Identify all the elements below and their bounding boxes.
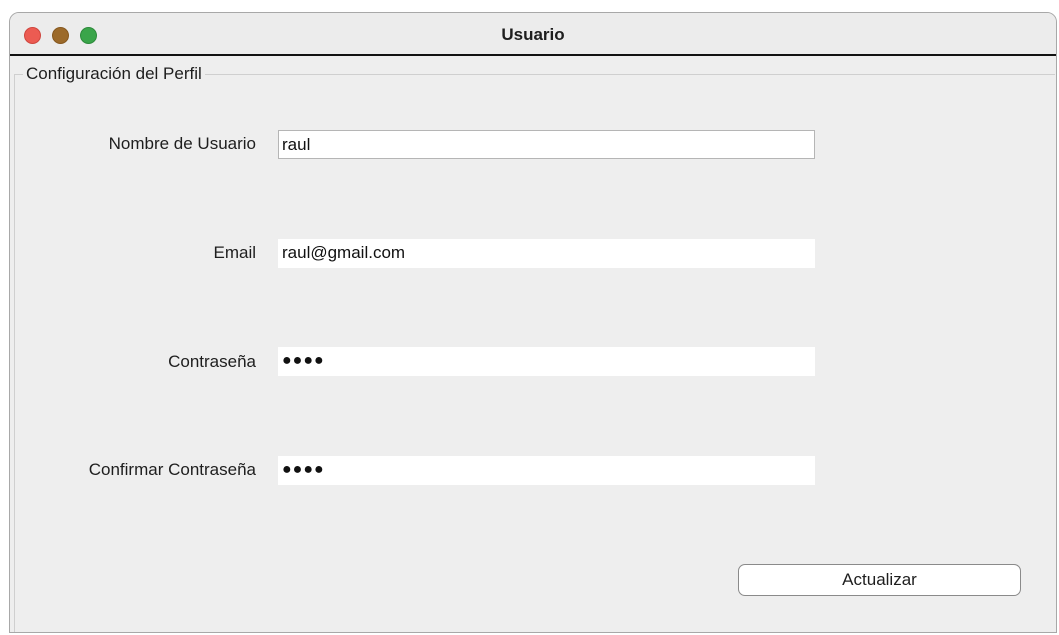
profile-window: Usuario Configuración del Perfil Nombre … bbox=[9, 12, 1057, 633]
profile-settings-legend: Configuración del Perfil bbox=[23, 63, 205, 85]
confirm-password-label: Confirmar Contraseña bbox=[88, 460, 256, 479]
window-title: Usuario bbox=[501, 25, 565, 44]
username-field[interactable]: raul bbox=[278, 130, 815, 159]
confirm-password-field[interactable]: ●●●● bbox=[278, 456, 815, 485]
zoom-window-button[interactable] bbox=[80, 27, 97, 44]
update-button[interactable]: Actualizar bbox=[738, 564, 1021, 596]
password-label: Contraseña bbox=[168, 352, 256, 371]
email-label: Email bbox=[213, 243, 256, 262]
close-window-button[interactable] bbox=[24, 27, 41, 44]
email-field[interactable]: raul@gmail.com bbox=[278, 239, 815, 268]
minimize-window-button[interactable] bbox=[52, 27, 69, 44]
username-label: Nombre de Usuario bbox=[108, 134, 256, 153]
title-bar[interactable]: Usuario bbox=[10, 13, 1056, 56]
password-field[interactable]: ●●●● bbox=[278, 347, 815, 376]
